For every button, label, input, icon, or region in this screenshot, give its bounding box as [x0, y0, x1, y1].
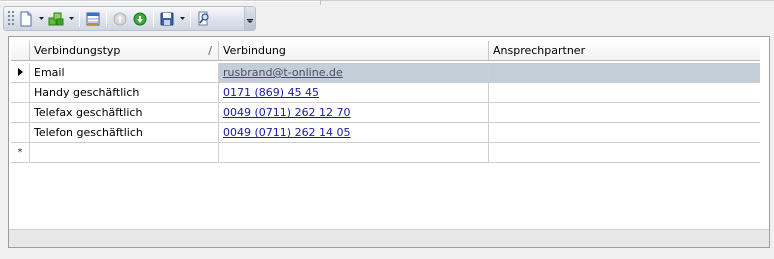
row-indicator[interactable] — [11, 123, 30, 142]
new-cell-verbindungstyp[interactable] — [30, 143, 219, 162]
email-link[interactable]: rusbrand@t-online.de — [223, 66, 343, 79]
table-row[interactable]: Handy geschäftlich 0171 (869) 45 45 — [11, 83, 760, 103]
column-header-ansprechpartner[interactable]: Ansprechpartner — [489, 41, 760, 60]
fax-link[interactable]: 0049 (0711) 262 12 70 — [223, 106, 351, 119]
chevron-down-icon — [179, 17, 185, 20]
new-cell-ansprechpartner[interactable] — [489, 143, 760, 162]
column-header-verbindung[interactable]: Verbindung — [219, 41, 489, 60]
row-indicator[interactable] — [11, 103, 30, 122]
splitter-tick — [320, 0, 321, 5]
green-blocks-icon — [48, 12, 64, 26]
phone-link[interactable]: 0049 (0711) 262 14 05 — [223, 126, 351, 139]
add-entries-dropdown[interactable] — [66, 8, 76, 29]
cell-verbindungstyp[interactable]: Telefax geschäftlich — [30, 103, 219, 122]
toolbar — [3, 6, 256, 31]
cell-verbindung[interactable]: 0049 (0711) 262 12 70 — [219, 103, 489, 122]
table-row[interactable]: Email rusbrand@t-online.de — [11, 63, 760, 83]
data-view-button[interactable] — [83, 8, 103, 29]
contact-grid: Verbindungstyp / Verbindung Ansprechpart… — [8, 36, 770, 248]
cell-verbindung[interactable]: 0171 (869) 45 45 — [219, 83, 489, 102]
current-row-icon — [17, 66, 23, 79]
new-row-asterisk-icon: * — [17, 147, 23, 158]
save-dropdown[interactable] — [177, 8, 187, 29]
new-cell-verbindung[interactable] — [219, 143, 489, 162]
row-indicator[interactable] — [11, 83, 30, 102]
column-header-label: Verbindungstyp — [34, 44, 121, 57]
cell-ansprechpartner[interactable] — [489, 63, 760, 82]
chevron-down-icon — [68, 17, 74, 20]
cell-ansprechpartner[interactable] — [489, 83, 760, 102]
column-header-verbindungstyp[interactable]: Verbindungstyp / — [30, 41, 219, 60]
phone-link[interactable]: 0171 (869) 45 45 — [223, 86, 319, 99]
table-icon — [86, 12, 100, 26]
cell-verbindung[interactable]: rusbrand@t-online.de — [219, 63, 489, 82]
toolbar-separator — [106, 10, 107, 27]
new-row-indicator[interactable]: * — [11, 143, 30, 162]
cell-verbindung[interactable]: 0049 (0711) 262 14 05 — [219, 123, 489, 142]
cell-ansprechpartner[interactable] — [489, 103, 760, 122]
grid-footer-strip — [9, 229, 769, 247]
cell-verbindungstyp[interactable]: Telefon geschäftlich — [30, 123, 219, 142]
magnifier-document-icon — [197, 11, 212, 26]
column-header-label: Ansprechpartner — [493, 44, 586, 57]
toolbar-separator — [190, 10, 191, 27]
toolbar-separator — [153, 10, 154, 27]
toolbar-overflow-button[interactable] — [244, 7, 255, 30]
new-record-dropdown[interactable] — [36, 8, 46, 29]
row-indicator[interactable] — [11, 63, 30, 82]
down-arrow-circle-icon — [133, 12, 147, 26]
search-button[interactable] — [194, 8, 214, 29]
chevron-down-icon — [38, 17, 44, 20]
table-row[interactable]: Telefon geschäftlich 0049 (0711) 262 14 … — [11, 123, 760, 143]
toolbar-grip[interactable] — [7, 10, 14, 27]
move-down-button[interactable] — [130, 8, 150, 29]
cell-verbindungstyp[interactable]: Email — [30, 63, 219, 82]
overflow-chevron-icon — [247, 13, 253, 26]
up-arrow-circle-icon — [113, 12, 127, 26]
toolbar-separator — [79, 10, 80, 27]
column-header-label: Verbindung — [223, 44, 286, 57]
new-row[interactable]: * — [11, 143, 760, 163]
grid-header: Verbindungstyp / Verbindung Ansprechpart… — [11, 41, 760, 61]
new-record-button[interactable] — [16, 8, 36, 29]
save-button[interactable] — [157, 8, 177, 29]
sort-indicator-icon: / — [208, 44, 212, 57]
cell-verbindungstyp[interactable]: Handy geschäftlich — [30, 83, 219, 102]
floppy-disk-icon — [160, 12, 174, 26]
header-indicator-cell — [11, 41, 30, 60]
new-document-icon — [19, 11, 33, 27]
add-entries-button[interactable] — [46, 8, 66, 29]
cell-ansprechpartner[interactable] — [489, 123, 760, 142]
move-up-button[interactable] — [110, 8, 130, 29]
table-row[interactable]: Telefax geschäftlich 0049 (0711) 262 12 … — [11, 103, 760, 123]
window-top-highlight — [0, 1, 320, 2]
